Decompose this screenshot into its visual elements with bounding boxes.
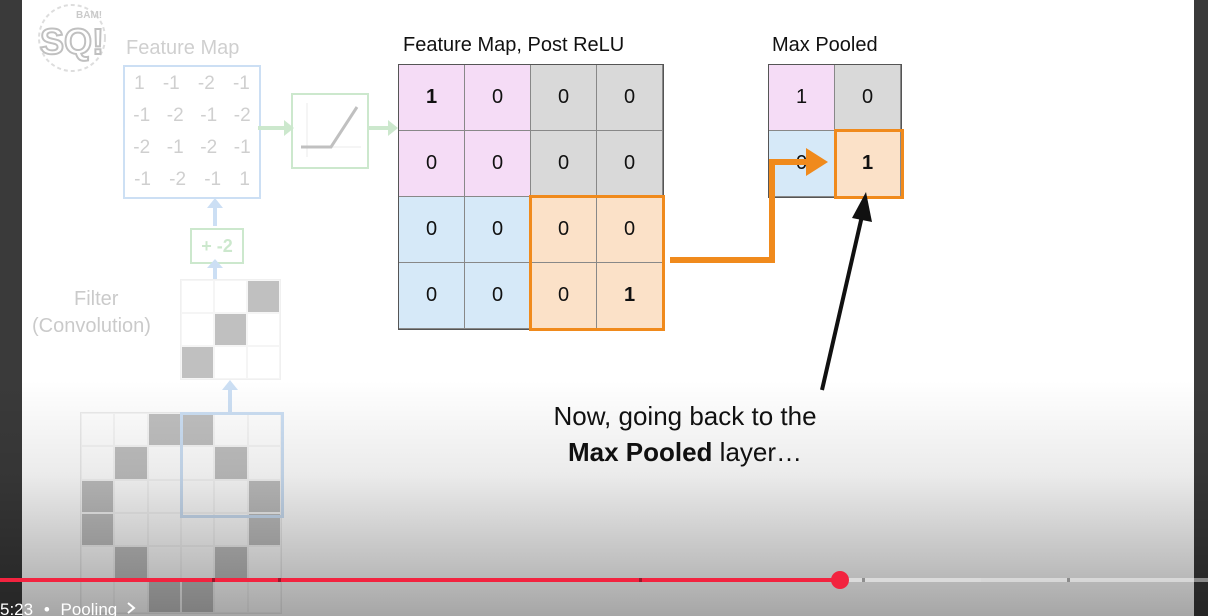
svg-text:BAM!: BAM! bbox=[76, 10, 102, 21]
post-relu-cell: 0 bbox=[399, 131, 465, 197]
progress-played bbox=[0, 578, 840, 582]
time-display: 5:23 • Pooling bbox=[0, 600, 136, 616]
feature-map-row: -2 -1 -2 -1 bbox=[125, 137, 259, 159]
post-relu-cell: 0 bbox=[597, 131, 663, 197]
feature-map-cell: -1 bbox=[166, 137, 184, 158]
post-relu-cell: 0 bbox=[597, 65, 663, 131]
caption-rest: layer… bbox=[712, 437, 803, 467]
relu-box bbox=[291, 93, 369, 169]
chapter-marker bbox=[862, 578, 865, 582]
post-relu-cell: 0 bbox=[399, 263, 465, 329]
feature-map-cell: -1 bbox=[232, 73, 250, 94]
arrow-right-icon bbox=[368, 120, 398, 136]
relu-function-icon bbox=[301, 103, 361, 157]
caption-bold: Max Pooled bbox=[567, 437, 713, 467]
post-relu-cell: 0 bbox=[531, 131, 597, 197]
chapter-marker bbox=[278, 578, 281, 582]
feature-map-cell: 1 bbox=[134, 73, 145, 94]
arrow-up-icon bbox=[207, 259, 223, 280]
max-pooled-title: Max Pooled bbox=[772, 34, 878, 56]
chapter-marker bbox=[639, 578, 642, 582]
filter-label: Filter bbox=[74, 288, 119, 310]
feature-map-cell: -2 bbox=[169, 169, 187, 190]
feature-map-label: Feature Map bbox=[126, 37, 240, 59]
caption-line-1: Now, going back to the bbox=[553, 401, 817, 431]
post-relu-cell: 0 bbox=[465, 197, 531, 263]
arrow-right-icon bbox=[258, 120, 294, 136]
chapter-marker bbox=[1067, 578, 1070, 582]
feature-map-cell: -1 bbox=[233, 137, 251, 158]
letterbox-right bbox=[1194, 0, 1208, 616]
max-pooled-cell: 1 bbox=[769, 65, 835, 131]
post-relu-cell: 0 bbox=[465, 65, 531, 131]
feature-map-cell: -2 bbox=[233, 105, 251, 126]
feature-map-row: -1 -2 -1 1 bbox=[125, 169, 259, 191]
statquest-logo-icon: SQ! BAM! bbox=[38, 4, 106, 72]
post-relu-cell: 0 bbox=[465, 131, 531, 197]
filter-kernel bbox=[180, 279, 281, 380]
convolution-window bbox=[180, 412, 284, 518]
post-relu-cell: 0 bbox=[531, 65, 597, 131]
feature-map-cell: 1 bbox=[239, 169, 250, 190]
arrow-up-icon bbox=[222, 380, 238, 414]
letterbox-left bbox=[0, 0, 22, 616]
feature-map-cell: -1 bbox=[134, 169, 151, 190]
arrow-up-icon bbox=[207, 198, 223, 226]
chapter-title[interactable]: Pooling bbox=[61, 600, 118, 616]
caption-line-2: Max Pooled layer… bbox=[500, 434, 870, 470]
feature-map-small: 1 -1 -2 -1 -1 -2 -1 -2 -2 -1 -2 -1 -1 -2… bbox=[123, 65, 261, 199]
pool-window-highlight bbox=[529, 195, 665, 331]
post-relu-cell: 0 bbox=[465, 263, 531, 329]
current-time: 5:23 bbox=[0, 600, 34, 616]
feature-map-row: -1 -2 -1 -2 bbox=[125, 105, 259, 127]
feature-map-cell: -1 bbox=[200, 105, 218, 126]
video-player[interactable]: SQ! BAM! Feature Map 1 -1 -2 -1 -1 -2 -1… bbox=[0, 0, 1208, 616]
feature-map-cell: -1 bbox=[204, 169, 222, 190]
post-relu-cell: 0 bbox=[399, 197, 465, 263]
chevron-right-icon[interactable] bbox=[126, 600, 136, 616]
feature-map-row: 1 -1 -2 -1 bbox=[125, 73, 259, 95]
feature-map-cell: -2 bbox=[133, 137, 151, 158]
feature-map-cell: -2 bbox=[166, 105, 184, 126]
feature-map-cell: -1 bbox=[133, 105, 151, 126]
feature-map-cell: -2 bbox=[200, 137, 218, 158]
separator: • bbox=[43, 600, 50, 616]
chapter-marker bbox=[212, 578, 215, 582]
filter-label-sub: (Convolution) bbox=[32, 315, 151, 337]
svg-text:SQ!: SQ! bbox=[40, 21, 104, 62]
max-pooled-highlight bbox=[834, 129, 904, 199]
arrow-black-icon bbox=[820, 192, 872, 391]
post-relu-cell: 1 bbox=[399, 65, 465, 131]
feature-map-cell: -2 bbox=[197, 73, 215, 94]
caption: Now, going back to the Max Pooled layer… bbox=[500, 398, 870, 470]
max-pooled-cell: 0 bbox=[835, 65, 901, 131]
post-relu-title: Feature Map, Post ReLU bbox=[403, 34, 625, 56]
progress-scrubber[interactable] bbox=[830, 571, 849, 589]
feature-map-cell: -1 bbox=[162, 73, 180, 94]
